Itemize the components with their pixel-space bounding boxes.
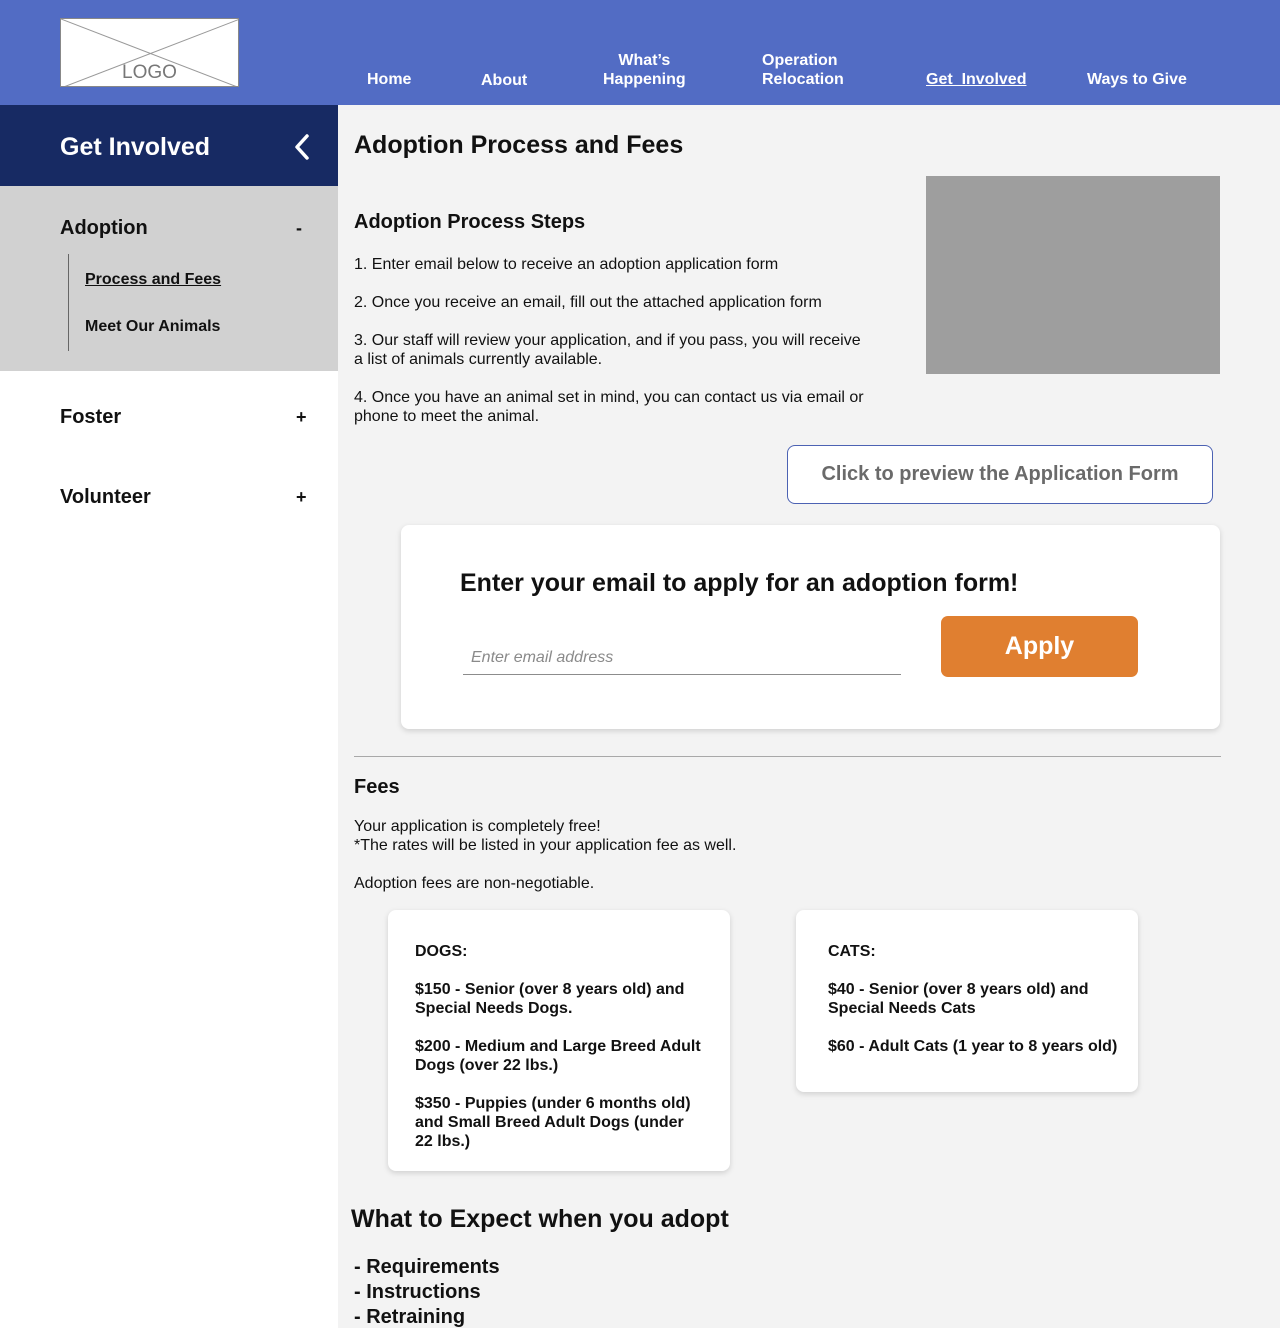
- submenu-rule: [68, 254, 69, 351]
- step-3-line2: a list of animals currently available.: [354, 351, 603, 368]
- email-card-title: Enter your email to apply for an adoptio…: [460, 569, 1019, 597]
- cats-fee-senior: $40 - Senior (over 8 years old) and Spec…: [828, 980, 1089, 1018]
- fees-line-3: Adoption fees are non-negotiable.: [354, 875, 595, 892]
- cats-fee-card: CATS: $40 - Senior (over 8 years old) an…: [796, 910, 1138, 1092]
- fees-line-1: Your application is completely free!: [354, 818, 601, 835]
- nav-whats-happening-line2: Happening: [603, 71, 686, 88]
- step-4: 4. Once you have an animal set in mind, …: [354, 388, 864, 426]
- dogs-fee-puppies-line1: $350 - Puppies (under 6 months old): [415, 1095, 691, 1112]
- dogs-fee-medium-large-line2: Dogs (over 22 lbs.): [415, 1057, 559, 1074]
- collapse-toggle-adoption[interactable]: -: [296, 218, 302, 239]
- sidebar-header: Get Involved: [0, 105, 338, 186]
- nav-whats-happening[interactable]: What’s Happening: [603, 51, 686, 89]
- step-4-line2: phone to meet the animal.: [354, 408, 540, 425]
- expand-toggle-volunteer[interactable]: +: [296, 487, 307, 508]
- sidebar-item-volunteer[interactable]: Volunteer: [60, 486, 151, 509]
- dogs-fee-puppies: $350 - Puppies (under 6 months old) and …: [415, 1094, 691, 1151]
- email-apply-card: Enter your email to apply for an adoptio…: [401, 525, 1220, 729]
- nav-home[interactable]: Home: [367, 70, 411, 89]
- logo-text: LOGO: [122, 62, 177, 83]
- expand-toggle-foster[interactable]: +: [296, 407, 307, 428]
- dogs-fee-senior: $150 - Senior (over 8 years old) and Spe…: [415, 980, 684, 1018]
- step-3: 3. Our staff will review your applicatio…: [354, 331, 861, 369]
- nav-about[interactable]: About: [481, 71, 527, 90]
- nav-operation-relocation-line1: Operation: [762, 52, 838, 69]
- fees-heading: Fees: [354, 776, 400, 798]
- cats-fee-senior-line2: Special Needs Cats: [828, 1000, 976, 1017]
- email-input[interactable]: [463, 641, 901, 675]
- cats-fee-adult: $60 - Adult Cats (1 year to 8 years old): [828, 1038, 1118, 1055]
- expect-item-instructions: - Instructions: [354, 1281, 481, 1303]
- dogs-fee-card: DOGS: $150 - Senior (over 8 years old) a…: [388, 910, 730, 1171]
- sidebar-item-adoption[interactable]: Adoption: [60, 217, 148, 240]
- cats-fee-senior-line1: $40 - Senior (over 8 years old) and: [828, 981, 1089, 998]
- nav-ways-to-give[interactable]: Ways to Give: [1087, 70, 1187, 89]
- dogs-fee-senior-line2: Special Needs Dogs.: [415, 1000, 573, 1017]
- expect-item-retraining: - Retraining: [354, 1306, 466, 1328]
- top-nav-bar: LOGO Home About What’s Happening Operati…: [0, 0, 1280, 105]
- page-title: Adoption Process and Fees: [354, 131, 684, 159]
- nav-operation-relocation-line2: Relocation: [762, 71, 844, 88]
- nav-operation-relocation[interactable]: Operation Relocation: [762, 51, 844, 89]
- dogs-fee-senior-line1: $150 - Senior (over 8 years old) and: [415, 981, 685, 998]
- apply-button[interactable]: Apply: [941, 616, 1138, 677]
- sidebar-subitem-process-and-fees[interactable]: Process and Fees: [85, 271, 221, 289]
- section-divider: [354, 756, 1221, 757]
- expect-heading: What to Expect when you adopt: [351, 1205, 729, 1233]
- sidebar-title: Get Involved: [60, 133, 211, 161]
- step-1: 1. Enter email below to receive an adopt…: [354, 256, 779, 273]
- dogs-title: DOGS:: [415, 943, 468, 960]
- sidebar-item-foster[interactable]: Foster: [60, 406, 121, 429]
- step-3-line1: 3. Our staff will review your applicatio…: [354, 332, 861, 349]
- steps-heading: Adoption Process Steps: [354, 211, 586, 233]
- sidebar: Get Involved Adoption - Process and Fees…: [0, 105, 338, 1328]
- fees-line-2: *The rates will be listed in your applic…: [354, 837, 737, 854]
- image-placeholder: [926, 176, 1220, 374]
- step-4-line1: 4. Once you have an animal set in mind, …: [354, 389, 864, 406]
- cats-title: CATS:: [828, 943, 876, 960]
- dogs-fee-medium-large: $200 - Medium and Large Breed Adult Dogs…: [415, 1037, 701, 1075]
- dogs-fee-medium-large-line1: $200 - Medium and Large Breed Adult: [415, 1038, 701, 1055]
- sidebar-subitem-meet-our-animals[interactable]: Meet Our Animals: [85, 318, 220, 336]
- preview-application-form-button[interactable]: Click to preview the Application Form: [787, 445, 1213, 504]
- logo-placeholder[interactable]: LOGO: [60, 18, 239, 87]
- chevron-left-icon[interactable]: [290, 133, 314, 161]
- nav-whats-happening-line1: What’s: [618, 52, 671, 69]
- nav-get-involved[interactable]: Get Involved: [926, 70, 1026, 89]
- dogs-fee-puppies-line3: 22 lbs.): [415, 1133, 471, 1150]
- fees-text: Your application is completely free! *Th…: [354, 817, 736, 855]
- expect-item-requirements: - Requirements: [354, 1256, 500, 1278]
- dogs-fee-puppies-line2: and Small Breed Adult Dogs (under: [415, 1114, 684, 1131]
- step-2: 2. Once you receive an email, fill out t…: [354, 294, 822, 311]
